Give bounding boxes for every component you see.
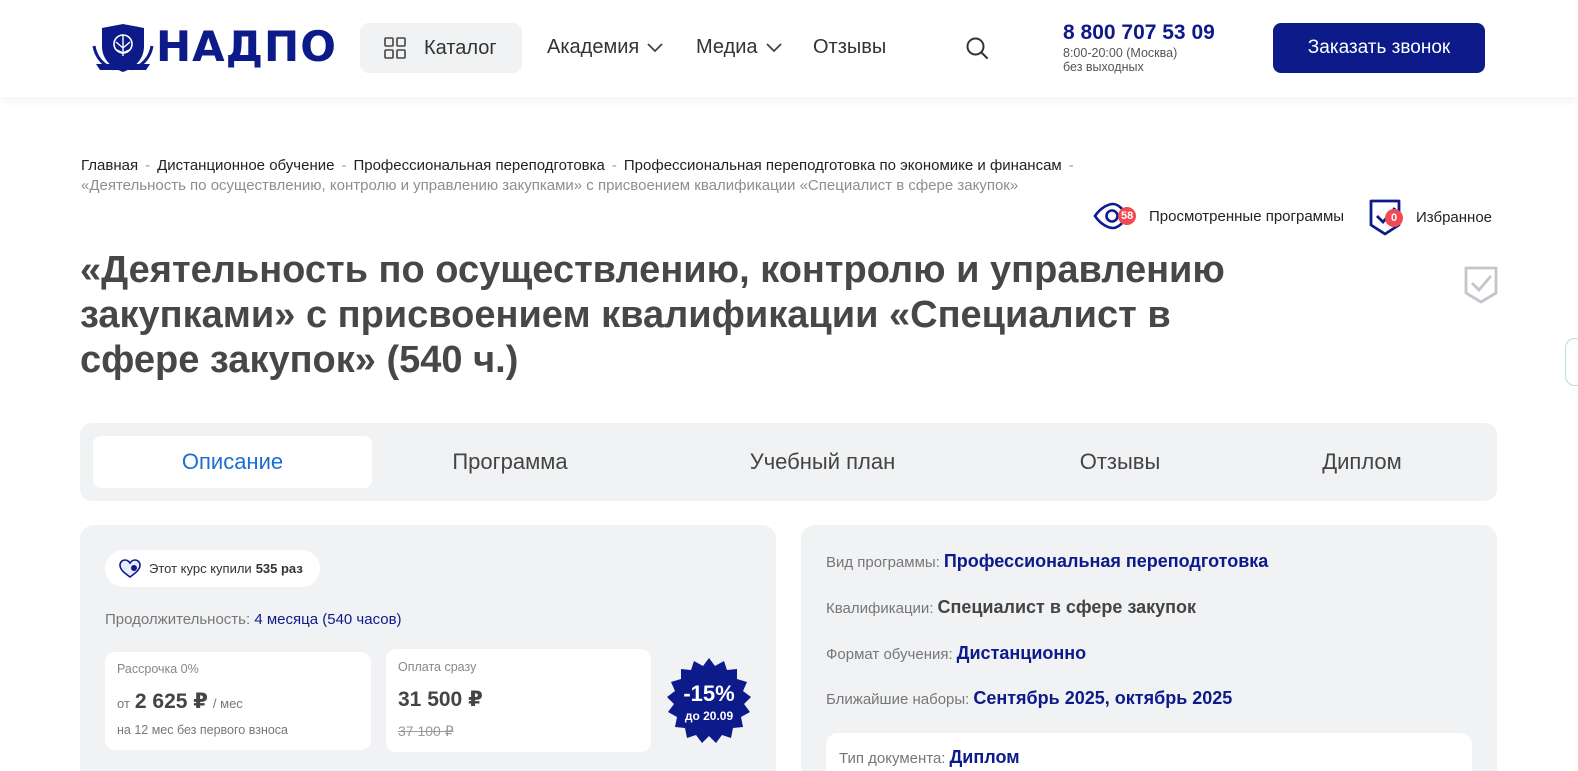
info-value: Сентябрь 2025, октябрь 2025 — [973, 688, 1233, 708]
favorites-icon-wrap: 0 — [1368, 197, 1406, 237]
course-tabs: Описание Программа Учебный план Отзывы Д… — [80, 423, 1497, 501]
full-payment-price: 31 500 ₽ — [398, 688, 483, 711]
bought-count: 535 раз — [255, 561, 303, 576]
breadcrumb-distance-learning[interactable]: Дистанционное обучение — [157, 157, 334, 174]
info-value: Дистанционно — [956, 643, 1087, 663]
duration-value: 4 месяца (540 часов) — [254, 611, 402, 628]
viewed-count-badge: 58 — [1118, 207, 1137, 225]
catalog-label: Каталог — [424, 36, 497, 59]
breadcrumb-separator: - — [1068, 157, 1074, 174]
course-price-card: Этот курс купили 535 раз Продолжительнос… — [80, 525, 776, 771]
breadcrumb-separator: - — [341, 157, 347, 174]
duration-label: Продолжительность: — [105, 611, 251, 628]
breadcrumb-economics[interactable]: Профессиональная переподготовка по эконо… — [624, 157, 1062, 174]
tab-program[interactable]: Программа — [410, 436, 610, 488]
catalog-button[interactable]: Каталог — [360, 23, 522, 73]
breadcrumb-current: «Деятельность по осуществлению, контролю… — [81, 177, 1019, 194]
breadcrumb: Главная - Дистанционное обучение - Профессио… — [81, 156, 1181, 196]
tab-description[interactable]: Описание — [93, 436, 372, 488]
working-hours: 8:00-20:00 (Москва) без выходных — [1063, 46, 1177, 74]
discount-percent: -15% — [683, 681, 735, 706]
tab-curriculum[interactable]: Учебный план — [720, 436, 925, 488]
info-document-type: Тип документа: Диплом — [839, 747, 1020, 768]
chevron-down-icon — [765, 42, 782, 52]
info-value: Специалист в сфере закупок — [937, 597, 1197, 617]
info-value: Профессиональная переподготовка — [943, 551, 1269, 571]
search-icon[interactable] — [965, 36, 989, 60]
days-text: без выходных — [1063, 60, 1144, 74]
installment-suffix: / мес — [212, 696, 243, 711]
info-enrollment: Ближайшие наборы: Сентябрь 2025, октябрь … — [826, 688, 1232, 709]
viewed-programs-label: Просмотренные программы — [1149, 207, 1345, 225]
phone-number[interactable]: 8 800 707 53 09 — [1063, 21, 1215, 45]
breadcrumb-separator: - — [611, 157, 617, 174]
full-payment-box[interactable]: Оплата сразу 31 500 ₽ 37 100 ₽ — [386, 649, 651, 752]
program-info-card: Вид программы: Профессиональная переподго… — [801, 525, 1497, 771]
tab-diploma[interactable]: Диплом — [1300, 436, 1424, 488]
discount-badge: -15% до 20.09 — [665, 658, 753, 746]
favorites-link[interactable]: 0 Избранное — [1368, 197, 1492, 237]
info-program-type: Вид программы: Профессиональная переподго… — [826, 551, 1268, 572]
nav-media-label: Медиа — [696, 36, 758, 58]
installment-label: Рассрочка 0% — [117, 662, 199, 676]
viewed-programs-link[interactable]: 58 Просмотренные программы — [1093, 199, 1344, 233]
discount-until: до 20.09 — [684, 709, 734, 723]
breadcrumb-home[interactable]: Главная — [81, 157, 138, 174]
bookmark-check-icon[interactable] — [1463, 265, 1499, 305]
info-format: Формат обучения: Дистанционно — [826, 643, 1086, 664]
breadcrumb-retraining[interactable]: Профессиональная переподготовка — [353, 157, 604, 174]
site-logo[interactable]: НАДПО — [92, 20, 337, 74]
side-widget-edge[interactable] — [1565, 338, 1578, 386]
document-type-box: Тип документа: Диплом — [826, 733, 1472, 771]
heart-badge-icon — [119, 558, 141, 578]
nav-reviews-label: Отзывы — [813, 36, 887, 58]
site-header: НАДПО Каталог Академия Медиа Отзывы 8 80… — [0, 0, 1578, 97]
nav-reviews[interactable]: Отзывы — [813, 36, 886, 59]
info-label: Квалификации: — [826, 600, 934, 617]
installment-note: на 12 мес без первого взноса — [117, 723, 288, 737]
favorites-count-badge: 0 — [1385, 209, 1403, 227]
nav-academy[interactable]: Академия — [547, 36, 663, 59]
favorites-label: Избранное — [1416, 208, 1493, 226]
info-label: Формат обучения: — [826, 646, 953, 663]
info-qualification: Квалификации: Специалист в сфере закупок — [826, 597, 1196, 618]
installment-amount-row: от 2 625 ₽ / мес — [117, 689, 243, 714]
old-price: 37 100 ₽ — [398, 723, 454, 739]
bought-prefix: Этот курс купили — [149, 561, 252, 576]
hours-text: 8:00-20:00 (Москва) — [1063, 46, 1178, 60]
viewed-icon-wrap: 58 — [1093, 199, 1139, 233]
grid-icon — [384, 37, 406, 59]
duration: Продолжительность: 4 месяца (540 часов) — [105, 611, 402, 628]
installment-box[interactable]: Рассрочка 0% от 2 625 ₽ / мес на 12 мес … — [105, 652, 371, 750]
nav-academy-label: Академия — [547, 36, 640, 58]
bought-count-pill: Этот курс купили 535 раз — [105, 550, 320, 587]
logo-text: НАДПО — [156, 22, 337, 71]
request-callback-button[interactable]: Заказать звонок — [1273, 23, 1485, 73]
chevron-down-icon — [647, 42, 663, 52]
breadcrumb-separator: - — [145, 157, 151, 174]
emblem-logo-icon — [92, 24, 154, 72]
installment-prefix: от — [117, 696, 130, 711]
full-payment-label: Оплата сразу — [398, 660, 477, 674]
info-label: Вид программы: — [826, 554, 940, 571]
installment-amount: 2 625 ₽ — [134, 690, 208, 713]
info-value: Диплом — [949, 747, 1020, 767]
info-label: Ближайшие наборы: — [826, 691, 970, 708]
page-title: «Деятельность по осуществлению, контролю… — [80, 249, 1225, 381]
tab-reviews[interactable]: Отзывы — [1050, 436, 1190, 488]
info-label: Тип документа: — [839, 750, 946, 767]
nav-media[interactable]: Медиа — [696, 36, 782, 59]
